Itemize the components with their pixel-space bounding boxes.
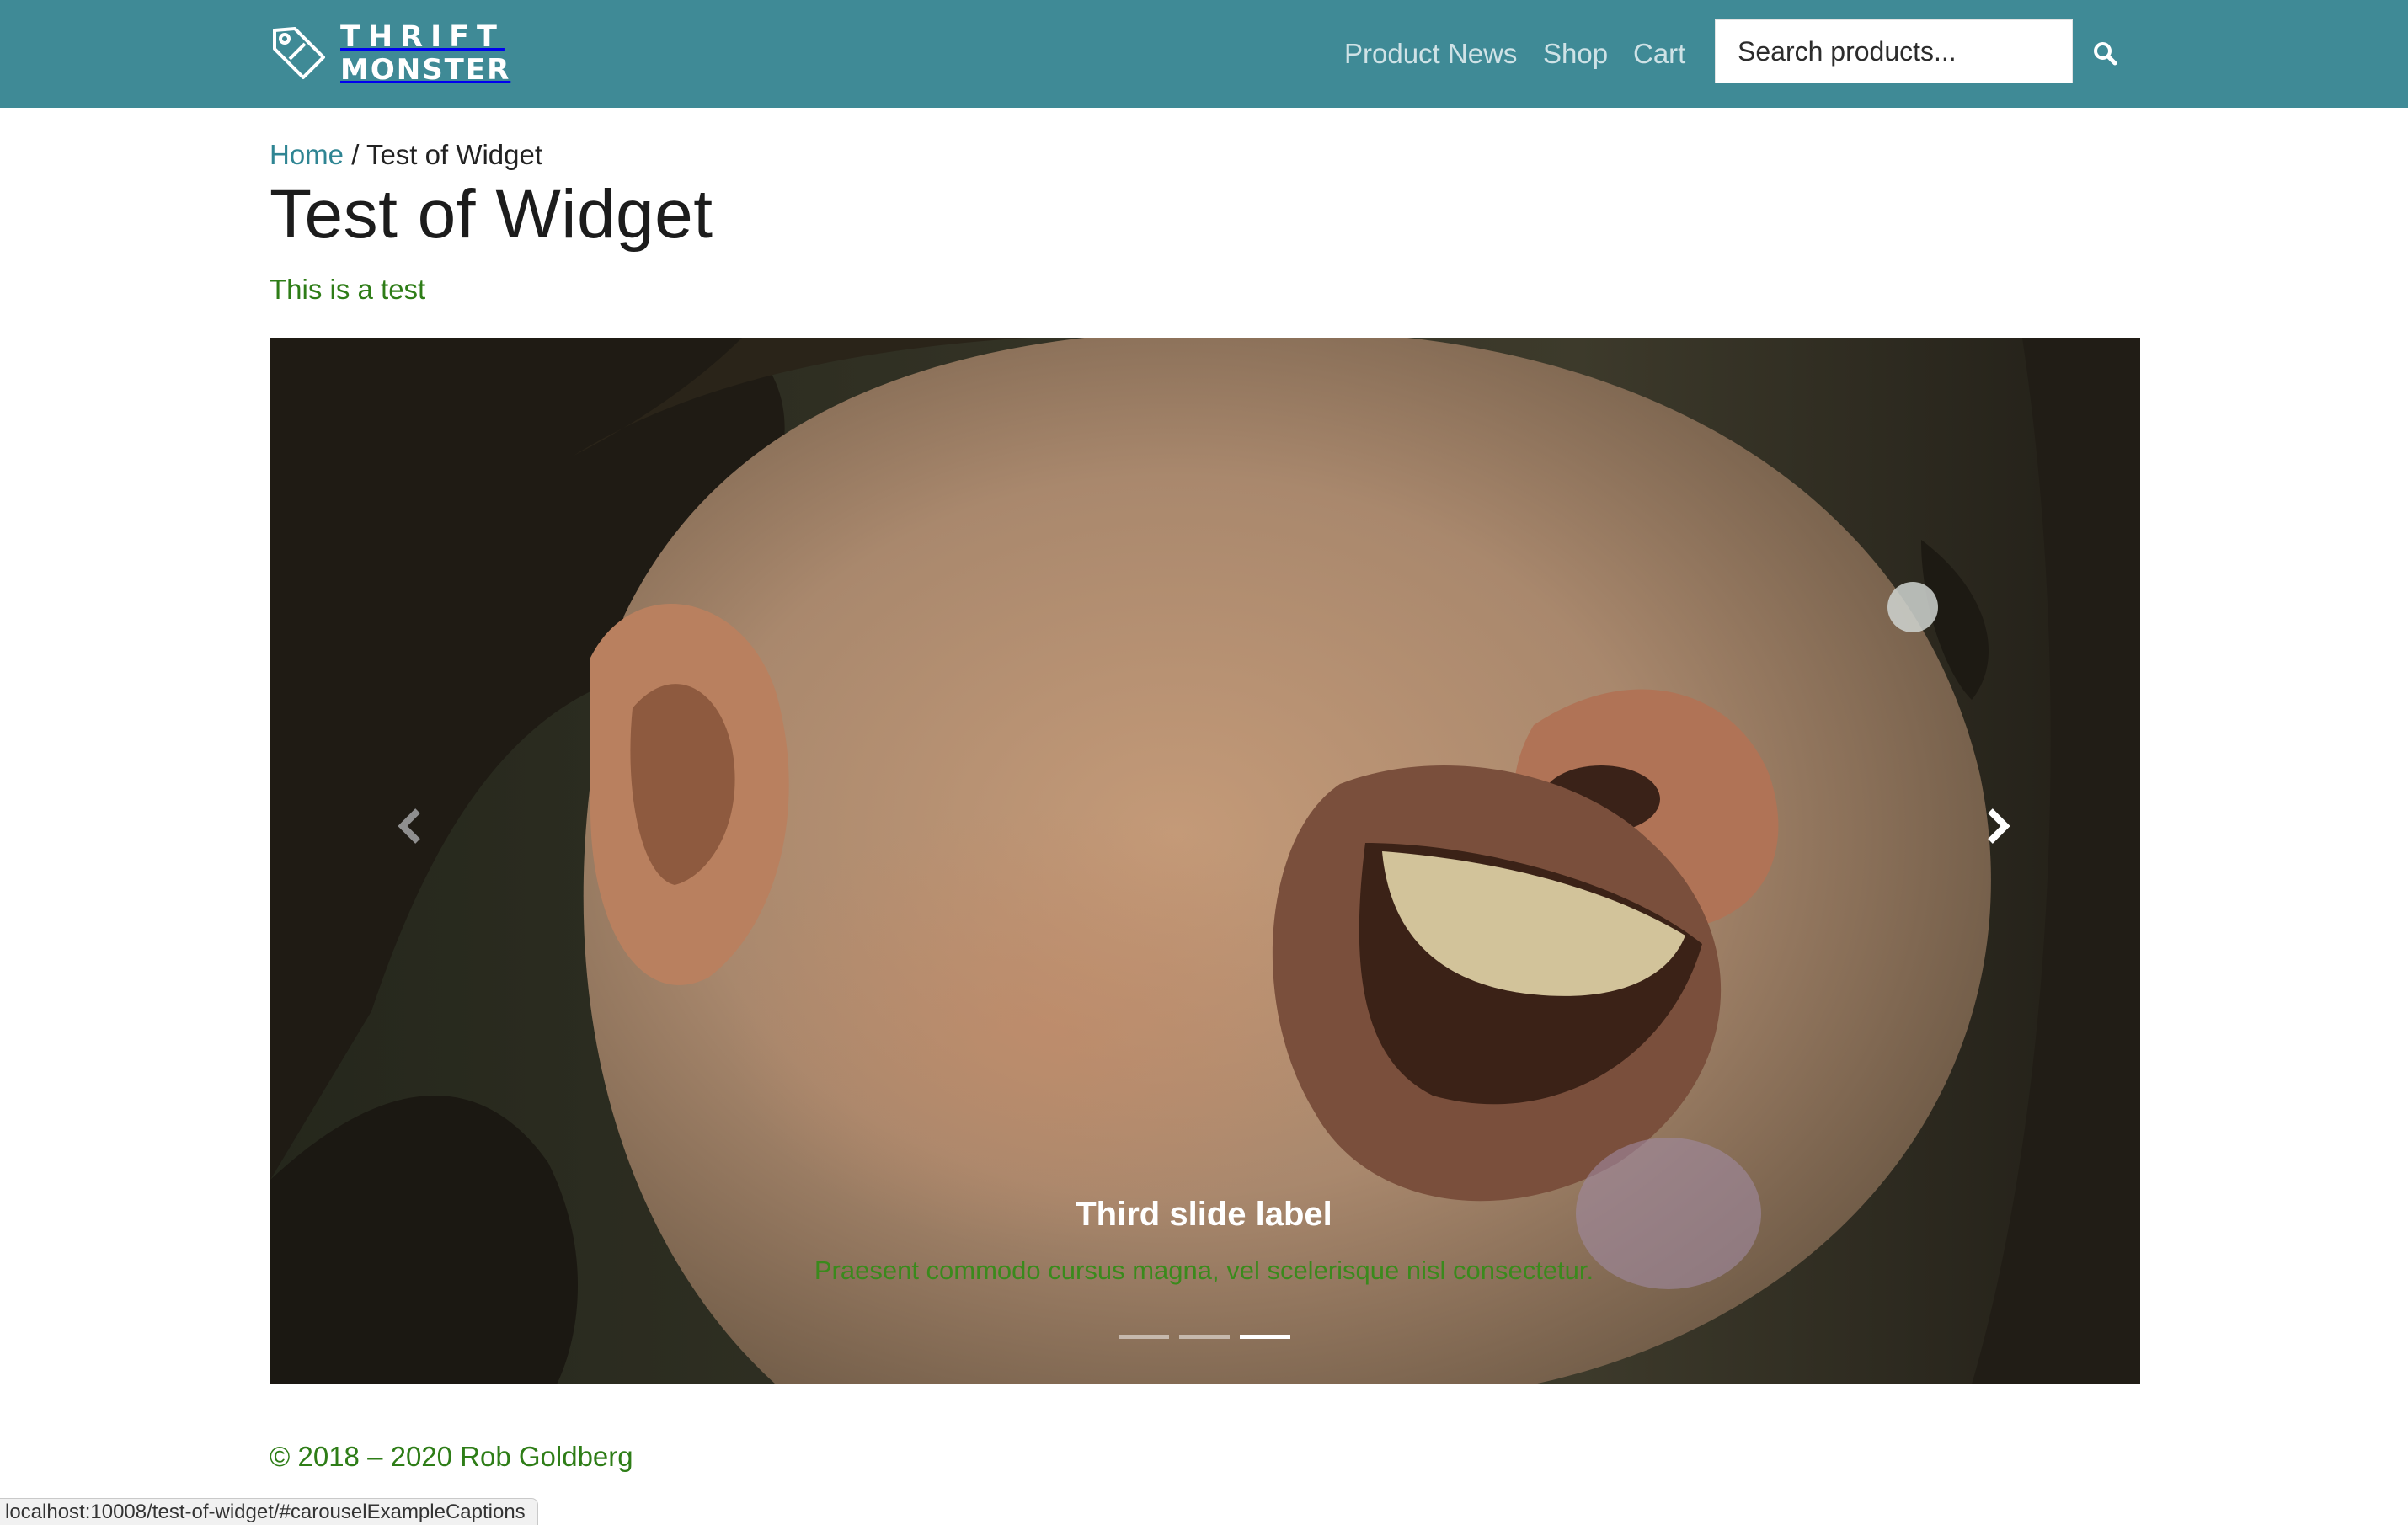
site-header: THRIFT MONSTER Product News Shop Cart	[0, 0, 2408, 108]
slide-caption-text: Praesent commodo cursus magna, vel scele…	[814, 1256, 1594, 1285]
price-tag-icon	[273, 27, 325, 79]
carousel-next-button[interactable]	[1964, 776, 2032, 877]
site-footer: © 2018 – 2020 Rob Goldberg	[270, 1441, 633, 1472]
page-title: Test of Widget	[270, 176, 713, 253]
carousel-indicator-3[interactable]	[1240, 1335, 1290, 1339]
site-logo[interactable]: THRIFT MONSTER	[270, 20, 510, 86]
search-icon	[2094, 42, 2117, 66]
search-button[interactable]	[2084, 34, 2126, 72]
breadcrumb-home-link[interactable]: Home	[270, 139, 344, 170]
nav-product-news[interactable]: Product News	[1344, 38, 1517, 70]
browser-status-url: localhost:10008/test-of-widget/#carousel…	[0, 1498, 538, 1525]
breadcrumb-current: Test of Widget	[366, 139, 543, 170]
carousel-prev-button[interactable]	[376, 776, 444, 877]
carousel-indicator-2[interactable]	[1179, 1335, 1230, 1339]
brand-name: THRIFT MONSTER	[340, 19, 511, 87]
nav-shop[interactable]: Shop	[1543, 38, 1608, 70]
carousel-indicator-1[interactable]	[1119, 1335, 1169, 1339]
chevron-left-icon	[398, 808, 420, 844]
breadcrumb: Home / Test of Widget	[270, 139, 542, 171]
carousel-indicators	[1119, 1335, 1290, 1339]
breadcrumb-separator: /	[344, 139, 366, 170]
brand-line-1: THRIFT	[340, 19, 505, 54]
brand-line-2: MONSTER	[340, 52, 511, 87]
search-input[interactable]	[1715, 19, 2073, 83]
chevron-right-icon	[1988, 808, 2010, 844]
nav-cart[interactable]: Cart	[1633, 38, 1685, 70]
page-subtitle: This is a test	[270, 274, 426, 305]
slide-caption-title: Third slide label	[1076, 1196, 1332, 1233]
